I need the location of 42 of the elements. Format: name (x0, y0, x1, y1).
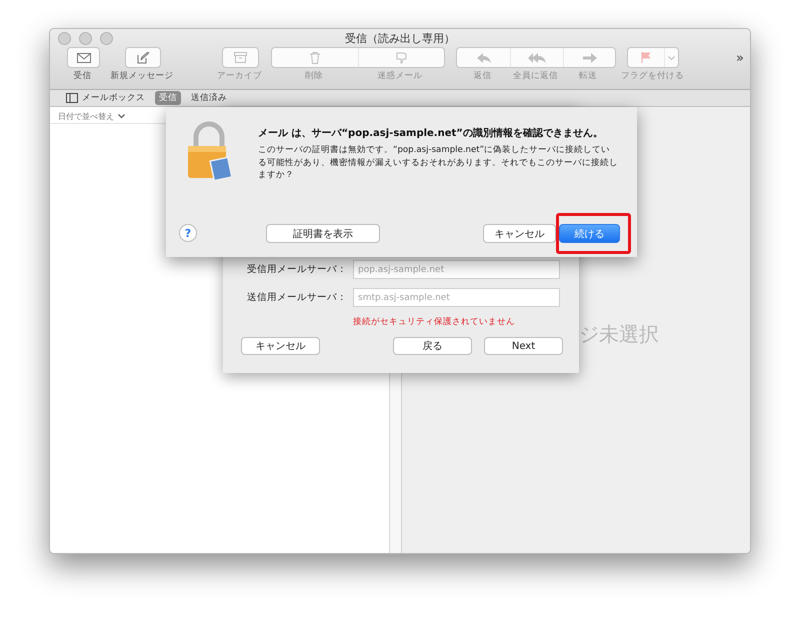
archive-box-icon (234, 52, 247, 63)
sheet-button[interactable]: Next (484, 337, 563, 355)
favorite-mailbox[interactable]: 送信済み (187, 91, 231, 105)
alert-button[interactable]: 証明書を表示 (266, 224, 380, 243)
toolbar-label: フラグを付ける (621, 70, 684, 82)
alert-button[interactable]: キャンセル (483, 224, 556, 243)
flag-icon (641, 52, 651, 63)
toolbar-label: 新規メッセージ (110, 70, 174, 82)
field-label: 受信用メールサーバ： (246, 263, 347, 276)
toolbar-label: 返信 (474, 70, 492, 82)
toolbar-label: 受信 (74, 70, 92, 82)
security-warning: 接続がセキュリティ保護されていません (353, 316, 516, 328)
window-control-button[interactable] (79, 32, 92, 45)
sidebar-icon (66, 93, 78, 103)
trash-icon (310, 52, 320, 64)
chevron-down-icon (118, 114, 125, 119)
alert-title: メール は、サーバ“pop.asj-sample.net”の識別情報を確認できません。 (258, 126, 604, 140)
toolbar-label: アーカイブ (217, 70, 262, 82)
sort-menu[interactable]: 日付で並べ替え (58, 111, 114, 123)
chevron-down-icon (668, 56, 675, 60)
help-button[interactable]: ? (179, 224, 197, 242)
envelope-icon (76, 52, 90, 62)
toolbar-label: 迷惑メール (378, 70, 422, 82)
toolbar-label: 全員に返信 (513, 70, 558, 82)
reply-arrow-icon (476, 52, 490, 62)
toolbar-label: 転送 (579, 70, 597, 82)
thumbs-down-icon (396, 52, 408, 64)
window-title: 受信（読み出し専用） (344, 31, 456, 47)
toolbar-label: 削除 (305, 70, 323, 82)
forward-arrow-icon (582, 52, 596, 62)
window-control-button[interactable] (100, 32, 113, 45)
sheet-button[interactable]: 戻る (393, 337, 472, 355)
compose-icon (137, 52, 149, 64)
overflow-button[interactable]: » (736, 51, 744, 66)
mailboxes-toggle[interactable]: メールボックス (62, 91, 149, 105)
reply-all-icon (528, 52, 546, 62)
alert-message: このサーバの証明書は無効です。“pop.asj-sample.net”に偽装したサーバに接続している可能性があり、機密情報が漏えいするおそれがあります。それでもこのサーバに接続しますか？ (258, 144, 618, 182)
dropdown-button[interactable] (664, 48, 678, 67)
window-control-button[interactable] (58, 32, 71, 45)
lock-icon (186, 121, 232, 181)
field-label: 送信用メールサーバ： (246, 291, 347, 304)
sheet-button[interactable]: キャンセル (241, 337, 320, 355)
